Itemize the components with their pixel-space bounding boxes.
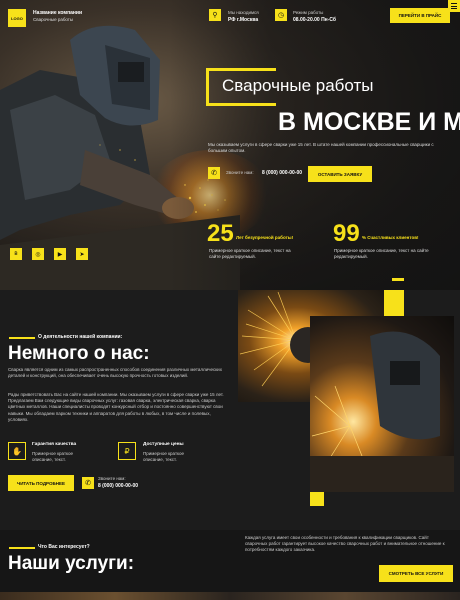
stat-text: Примерное краткое описание, текст на сай…: [209, 248, 291, 259]
hero-description: Мы оказываем услуги в сфере сварки уже 1…: [208, 142, 434, 153]
services-title: Наши услуги:: [8, 553, 135, 574]
clock-icon: ◷: [275, 9, 287, 21]
instagram-icon[interactable]: ◎: [32, 248, 44, 260]
stat-number: 25: [207, 220, 234, 247]
about-eyebrow: О деятельности нашей компании:: [38, 334, 123, 340]
vk-icon[interactable]: в: [10, 248, 22, 260]
feature-title: Гарантия качества: [32, 442, 77, 447]
location-value: РФ г.Москва: [228, 17, 259, 23]
read-more-button[interactable]: ЧИТАТЬ ПОДРОБНЕЕ: [8, 475, 74, 491]
stat-number: 99: [333, 220, 360, 247]
telegram-icon[interactable]: ➤: [76, 248, 88, 260]
hero-title-line1: Сварочные работы: [222, 76, 374, 95]
about-paragraph: Рады приветствовать Вас на сайте нашей к…: [8, 392, 224, 422]
hero-title-line2: В МОСКВЕ И МО: [278, 108, 460, 136]
feature-text: Примерное краткое описание, текст.: [32, 451, 74, 462]
hours-value: 08.00-20.00 Пн-Сб: [293, 17, 336, 23]
price-icon: ₽: [118, 442, 136, 460]
feature-text: Примерное краткое описание, текст.: [143, 451, 185, 462]
hours-label: Режим работы: [293, 10, 324, 15]
company-name: Название компании: [33, 10, 83, 16]
handshake-icon: ✋: [8, 442, 26, 460]
about-title: Немного о нас:: [8, 343, 150, 364]
about-paragraph: Сварка является одним из самых распростр…: [8, 367, 222, 379]
decor-block: [310, 492, 324, 506]
stat-text: Примерное краткое описание, текст на сай…: [334, 248, 429, 259]
youtube-icon[interactable]: ▶: [54, 248, 66, 260]
leave-request-button[interactable]: ОСТАВИТЬ ЗАЯВКУ: [308, 166, 372, 182]
decor-block: [384, 290, 404, 316]
services-description: Каждая услуга имеет свои особенности и т…: [245, 535, 445, 553]
stat-title: % Счастливых клиентов!: [362, 235, 419, 240]
menu-icon[interactable]: [448, 0, 460, 12]
services-photos-strip: [0, 592, 460, 600]
price-list-button[interactable]: ПЕРЕЙТИ В ПРАЙС: [390, 8, 450, 23]
services-eyebrow: Что Вас интересует?: [38, 544, 90, 550]
location-label: Мы находимся: [228, 10, 259, 15]
phone-icon: ✆: [208, 167, 220, 179]
welder-photo-2: [310, 316, 454, 492]
about-call-label: Звоните нам:: [98, 476, 126, 481]
stat-title: Лет безупречной работы!: [236, 235, 294, 240]
hero-call-label: Звоните нам:: [226, 170, 254, 175]
eyebrow-line: [9, 337, 35, 339]
all-services-button[interactable]: СМОТРЕТЬ ВСЕ УСЛУГИ: [379, 565, 453, 582]
phone-icon: ✆: [82, 477, 94, 489]
logo[interactable]: LOGO: [8, 9, 26, 27]
location-pin-icon: ⚲: [209, 9, 221, 21]
hero-phone[interactable]: 8 (000) 000-00-00: [262, 170, 302, 176]
eyebrow-line: [9, 547, 35, 549]
company-subtitle: Сварочные работы: [33, 17, 74, 22]
about-phone[interactable]: 8 (000) 000-00-00: [98, 483, 138, 489]
feature-title: Доступные цены: [143, 442, 184, 447]
